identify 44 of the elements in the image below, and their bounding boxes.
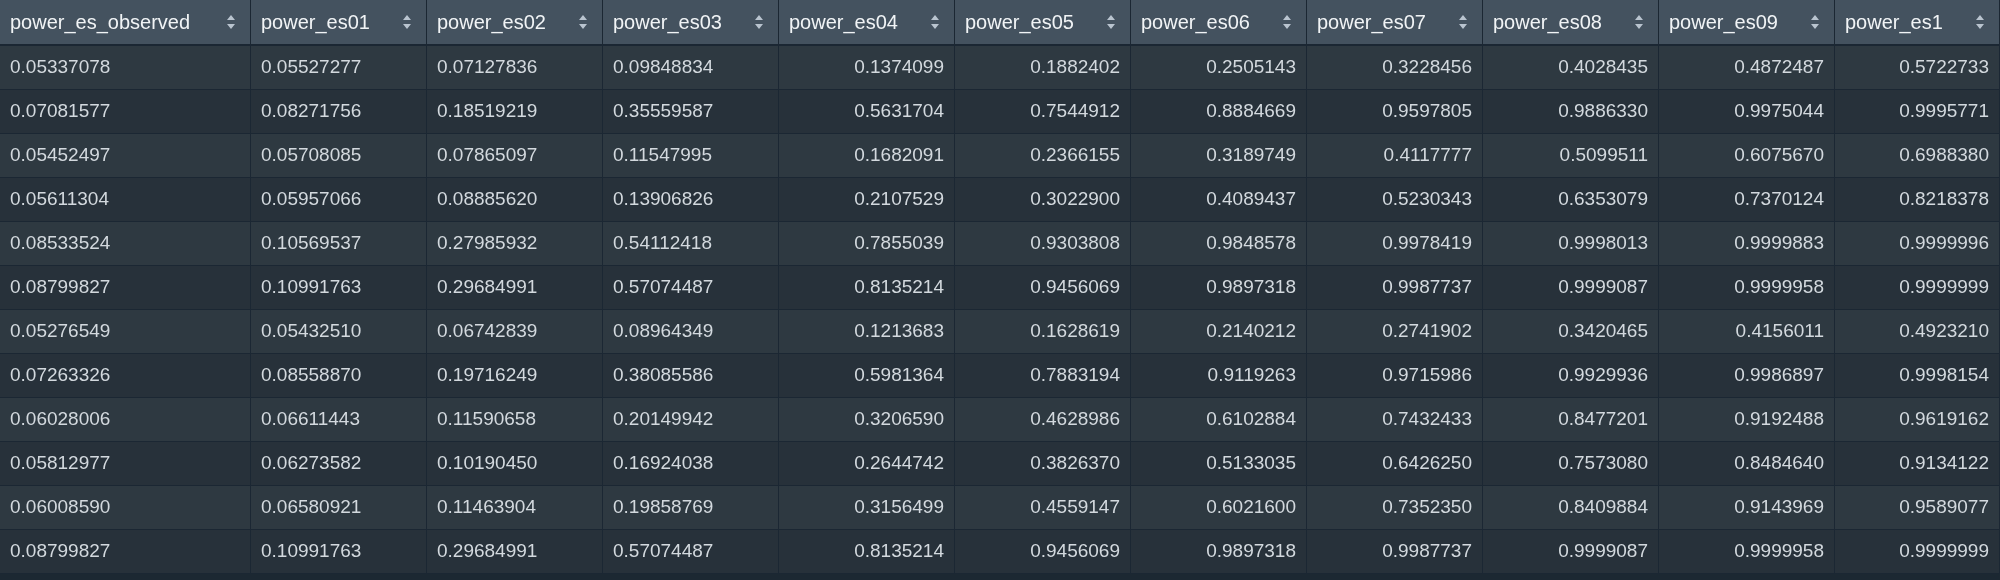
table-cell: 0.29684991 — [427, 530, 603, 574]
column-header[interactable]: power_es06 — [1131, 0, 1307, 46]
sort-icon — [402, 14, 412, 30]
column-title: power_es05 — [965, 10, 1074, 36]
sort-icon — [1810, 14, 1820, 30]
sort-icon — [1106, 14, 1116, 30]
table-cell: 0.8135214 — [779, 530, 955, 574]
column-title: power_es02 — [437, 10, 546, 36]
sort-icon — [578, 14, 588, 30]
table-cell: 0.08799827 — [0, 530, 251, 574]
sort-icon — [1458, 14, 1468, 30]
sort-icon — [754, 14, 764, 30]
column-header[interactable]: power_es08 — [1483, 0, 1659, 46]
column-header[interactable]: power_es01 — [251, 0, 427, 46]
table-cell: 0.9999087 — [1483, 530, 1659, 574]
column-title: power_es04 — [789, 10, 898, 36]
column-title: power_es03 — [613, 10, 722, 36]
column-header[interactable]: power_es07 — [1307, 0, 1483, 46]
table-cell: 0.9897318 — [1131, 530, 1307, 574]
column-title: power_es06 — [1141, 10, 1250, 36]
table-cell: 0.9999958 — [1659, 530, 1835, 574]
column-header[interactable]: power_es02 — [427, 0, 603, 46]
column-title: power_es08 — [1493, 10, 1602, 36]
column-header[interactable]: power_es03 — [603, 0, 779, 46]
column-header[interactable]: power_es1 — [1835, 0, 2000, 46]
table-cell: 0.57074487 — [603, 530, 779, 574]
table-cell: 0.9456069 — [955, 530, 1131, 574]
column-header[interactable]: power_es09 — [1659, 0, 1835, 46]
column-title: power_es09 — [1669, 10, 1778, 36]
sort-icon — [1975, 14, 1985, 30]
sort-icon — [1634, 14, 1644, 30]
sort-icon — [930, 14, 940, 30]
table-cell: 0.10991763 — [251, 530, 427, 574]
column-header[interactable]: power_es05 — [955, 0, 1131, 46]
column-header[interactable]: power_es_observed — [0, 0, 251, 46]
table-cell: 0.9987737 — [1307, 530, 1483, 574]
table-cell: 0.9999999 — [1835, 530, 2000, 574]
sort-icon — [1282, 14, 1292, 30]
sort-icon — [226, 14, 236, 30]
column-title: power_es1 — [1845, 10, 1943, 36]
column-header[interactable]: power_es04 — [779, 0, 955, 46]
column-title: power_es01 — [261, 10, 370, 36]
column-title: power_es_observed — [10, 10, 191, 36]
column-title: power_es07 — [1317, 10, 1426, 36]
